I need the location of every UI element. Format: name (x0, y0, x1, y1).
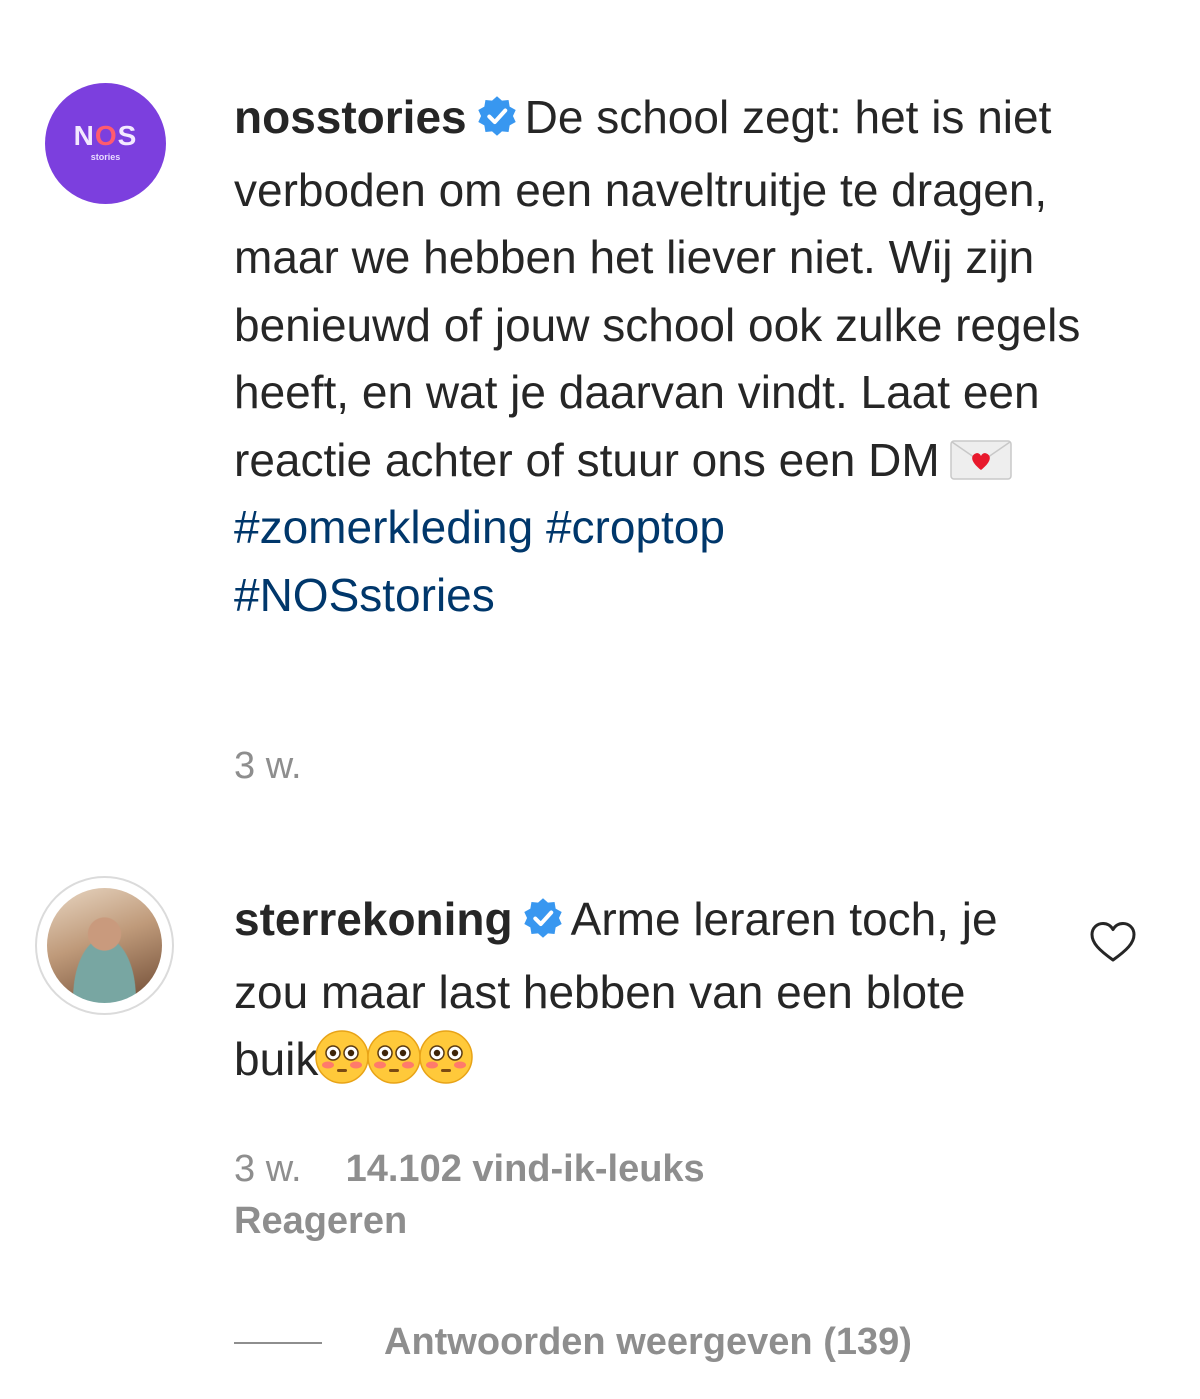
nosstories-avatar[interactable]: NOS stories (45, 83, 166, 204)
comment-likes[interactable]: 14.102 vind-ik-leuks (346, 1148, 705, 1190)
reply-button[interactable]: Reageren (234, 1195, 705, 1247)
post-username[interactable]: nosstories (234, 91, 467, 143)
flushed-face-emoji (315, 1030, 474, 1085)
view-replies-button[interactable]: Antwoorden weergeven (139) (234, 1321, 912, 1364)
sterrekoning-avatar[interactable] (47, 888, 162, 1003)
caption-text: De school zegt: het is niet verboden om … (234, 91, 1081, 486)
love-letter-emoji (949, 431, 1012, 480)
hashtag-nosstories[interactable]: #NOSstories (234, 569, 495, 621)
heart-outline-icon[interactable] (1089, 920, 1137, 964)
hashtag-zomerkleding[interactable]: #zomerkleding (234, 501, 533, 553)
nos-logo: NOS (73, 119, 138, 151)
comment-body: sterrekoning Arme leraren toch, je zou ma… (234, 886, 1034, 1094)
replies-divider-line (234, 1341, 322, 1344)
nos-logo-sub: stories (90, 151, 121, 162)
comment-username[interactable]: sterrekoning (234, 893, 513, 945)
hashtag-croptop[interactable]: #croptop (546, 501, 725, 553)
view-replies-label: Antwoorden weergeven (139) (384, 1321, 912, 1363)
comment-timestamp[interactable]: 3 w. (234, 1148, 302, 1190)
post-caption: nosstories De school zegt: het is niet ve… (234, 84, 1154, 629)
post-timestamp[interactable]: 3 w. (234, 745, 302, 788)
verified-badge-icon (475, 89, 519, 157)
comment-meta: 3 w. 14.102 vind-ik-leuks Reageren (234, 1143, 705, 1247)
verified-badge-icon (521, 891, 565, 959)
